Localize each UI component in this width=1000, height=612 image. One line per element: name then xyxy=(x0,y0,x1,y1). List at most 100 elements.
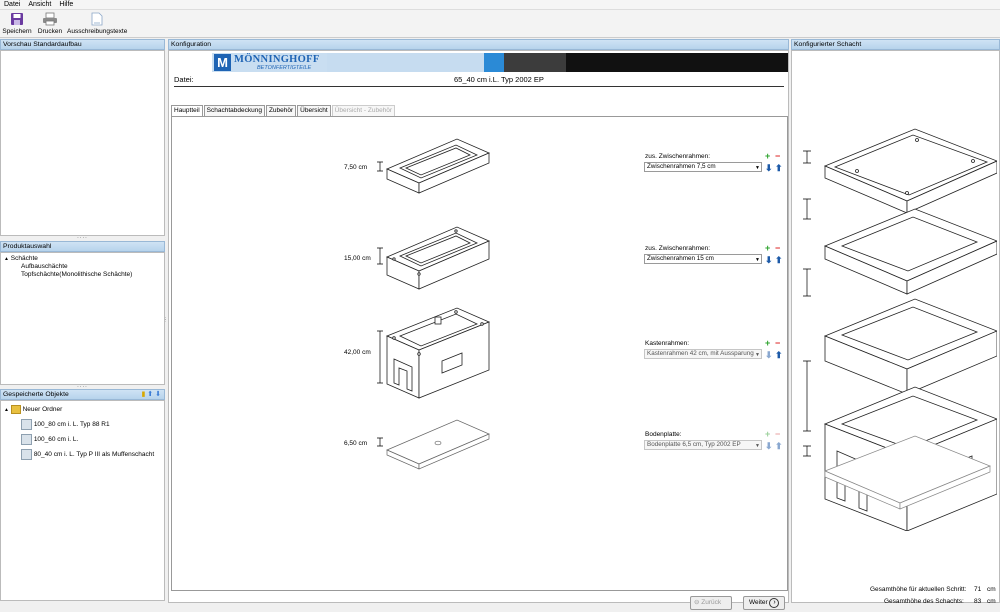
config-panel: Konfiguration M MÖNNINGHOFF BETONFERTIGT… xyxy=(168,39,789,610)
brand-subtitle: BETONFERTIGTEILE xyxy=(257,65,312,71)
part-select[interactable]: Bodenplatte 6,5 cm, Typ 2002 EP ▼ xyxy=(644,440,762,450)
minus-icon[interactable]: − xyxy=(775,339,780,348)
minus-icon: − xyxy=(775,429,781,439)
arrow-up-icon[interactable]: ⬆ xyxy=(775,351,783,360)
tab-bar: Hauptteil Schachtabdeckung Zubehör Übersich… xyxy=(171,105,396,116)
arrow-down-icon[interactable]: ⬇ xyxy=(765,256,773,265)
saved-object[interactable]: 100_80 cm i. L. Typ 88 R1 xyxy=(1,418,164,433)
configured-panel-title: Konfigurierter Schacht xyxy=(791,39,1000,50)
tree-item-aufbauschaechte[interactable]: Aufbauschächte xyxy=(1,263,164,271)
splitter-grip[interactable]: .... xyxy=(0,234,165,240)
save-label: Speichern xyxy=(2,28,32,35)
box-frame-42-drawing xyxy=(385,307,491,399)
tree-root[interactable]: ▲ Schächte xyxy=(1,255,164,263)
banner-blue xyxy=(484,53,504,72)
minus-icon[interactable]: − xyxy=(775,244,780,253)
expand-arrow-icon[interactable]: ▲ xyxy=(4,407,9,413)
arrow-down-icon: ⬇ xyxy=(765,441,773,451)
menu-ansicht[interactable]: Ansicht xyxy=(24,0,55,10)
tab-schachtabdeckung[interactable]: Schachtabdeckung xyxy=(203,105,265,116)
saved-tree: ▲ Neuer Ordner 100_80 cm i. L. Typ 88 R1… xyxy=(0,400,165,601)
tab-uebersicht[interactable]: Übersicht xyxy=(297,105,331,116)
part-label: Bodenplatte: xyxy=(645,431,682,438)
next-arrow-icon: › xyxy=(769,598,780,608)
arrow-down-icon[interactable]: ⬇ xyxy=(155,391,161,398)
part-dimension: 7,50 cm xyxy=(344,164,368,171)
tree-item-topfschaechte[interactable]: Topfschächte(Monolithische Schächte) xyxy=(1,271,164,279)
chevron-down-icon: ▼ xyxy=(755,257,760,263)
part-dimension: 42,00 cm xyxy=(344,349,371,356)
step-height-row: Gesamthöhe für aktuellen Schritt: 71 cm xyxy=(870,586,996,593)
config-body: M MÖNNINGHOFF BETONFERTIGTEILE Datei: 65… xyxy=(168,50,789,610)
total-height-row: Gesamthöhe des Schachts: 83 cm xyxy=(884,598,996,605)
next-button[interactable]: Weiter › xyxy=(743,596,785,610)
folder-node[interactable]: ▲ Neuer Ordner xyxy=(1,404,164,418)
part-label: Kastenrahmen: xyxy=(645,340,690,347)
config-panel-title: Konfiguration xyxy=(168,39,789,50)
tab-zubehoer[interactable]: Zubehör xyxy=(265,105,297,116)
banner-grey xyxy=(504,53,566,72)
chevron-down-icon: ▼ xyxy=(755,443,760,449)
part-label: zus. Zwischenrahmen: xyxy=(645,153,711,160)
product-panel-title: Produktauswahl xyxy=(0,241,165,252)
tender-texts-button[interactable]: Ausschreibungstexte xyxy=(67,10,127,38)
print-button[interactable]: Drucken xyxy=(35,10,65,38)
toolbar: Speichern Drucken Ausschreibungstexte xyxy=(0,10,1000,38)
banner-dark xyxy=(566,53,788,72)
back-button[interactable]: ⊖ Zurück xyxy=(690,596,732,610)
arrow-up-icon[interactable]: ⬆ xyxy=(147,391,153,398)
configured-body: Gesamthöhe für aktuellen Schritt: 71 cm … xyxy=(791,50,1000,605)
manhole-icon xyxy=(21,433,32,445)
part-select[interactable]: Zwischenrahmen 15 cm ▼ xyxy=(644,254,762,264)
arrow-up-icon[interactable]: ⬆ xyxy=(775,164,783,173)
frame-75-drawing xyxy=(385,138,491,194)
save-button[interactable]: Speichern xyxy=(2,10,32,38)
product-panel: Produktauswahl ▲ Schächte Aufbauschächte… xyxy=(0,241,165,385)
plus-icon[interactable]: + xyxy=(765,339,770,348)
part-label: zus. Zwischenrahmen: xyxy=(645,245,711,252)
saved-object[interactable]: 100_60 cm i. L. xyxy=(1,433,164,448)
frame-15-drawing xyxy=(385,226,491,290)
brand-banner: M MÖNNINGHOFF BETONFERTIGTEILE xyxy=(169,51,788,73)
preview-panel: Vorschau Standardaufbau xyxy=(0,39,165,236)
file-name: 65_40 cm i.L. Typ 2002 EP xyxy=(454,75,544,84)
printer-icon xyxy=(35,10,65,28)
plus-icon[interactable]: + xyxy=(765,152,770,161)
menu-datei[interactable]: Datei xyxy=(0,0,24,10)
brand-logo: M MÖNNINGHOFF BETONFERTIGTEILE xyxy=(212,53,327,72)
arrow-down-icon[interactable]: ⬇ xyxy=(765,164,773,173)
plus-icon: + xyxy=(765,429,771,439)
floppy-icon xyxy=(2,10,32,28)
logo-m-icon: M xyxy=(214,54,231,71)
part-dimension: 6,50 cm xyxy=(344,440,368,447)
part-select[interactable]: Kastenrahmen 42 cm, mit Aussparung ▼ xyxy=(644,349,762,359)
preview-panel-title: Vorschau Standardaufbau xyxy=(0,39,165,50)
preview-area xyxy=(0,50,165,236)
arrow-up-icon: ⬆ xyxy=(775,441,783,451)
folder-add-icon[interactable]: ▮ xyxy=(141,391,145,398)
arrow-down-icon[interactable]: ⬇ xyxy=(765,351,773,360)
part-select[interactable]: Zwischenrahmen 7,5 cm ▼ xyxy=(644,162,762,172)
chevron-down-icon: ▼ xyxy=(755,165,760,171)
saved-object[interactable]: 80_40 cm i. L. Typ P III als Muffenschac… xyxy=(1,448,164,463)
manhole-icon xyxy=(21,418,32,430)
saved-panel-title: Gespeicherte Objekte ▮ ⬆ ⬇ xyxy=(0,389,165,400)
arrow-up-icon[interactable]: ⬆ xyxy=(775,256,783,265)
document-icon xyxy=(67,10,127,28)
folder-icon xyxy=(10,404,21,414)
brand-name: MÖNNINGHOFF xyxy=(234,54,320,65)
configured-panel: Konfigurierter Schacht Gesamthöhe für ak… xyxy=(791,39,1000,605)
print-label: Drucken xyxy=(37,28,63,35)
expand-arrow-icon[interactable]: ▲ xyxy=(4,256,9,262)
tab-uebersicht-zubehoer: Übersicht - Zubehör xyxy=(331,105,396,116)
banner-light xyxy=(327,53,484,72)
tab-hauptteil[interactable]: Hauptteil xyxy=(171,105,203,116)
base-plate-drawing xyxy=(386,419,490,470)
chevron-down-icon: ▼ xyxy=(755,352,760,358)
plus-icon[interactable]: + xyxy=(765,244,770,253)
splitter-grip[interactable]: .... xyxy=(0,383,165,389)
part-dimension: 15,00 cm xyxy=(344,255,371,262)
menu-hilfe[interactable]: Hilfe xyxy=(55,0,77,10)
manhole-icon xyxy=(21,448,32,460)
minus-icon[interactable]: − xyxy=(775,152,780,161)
